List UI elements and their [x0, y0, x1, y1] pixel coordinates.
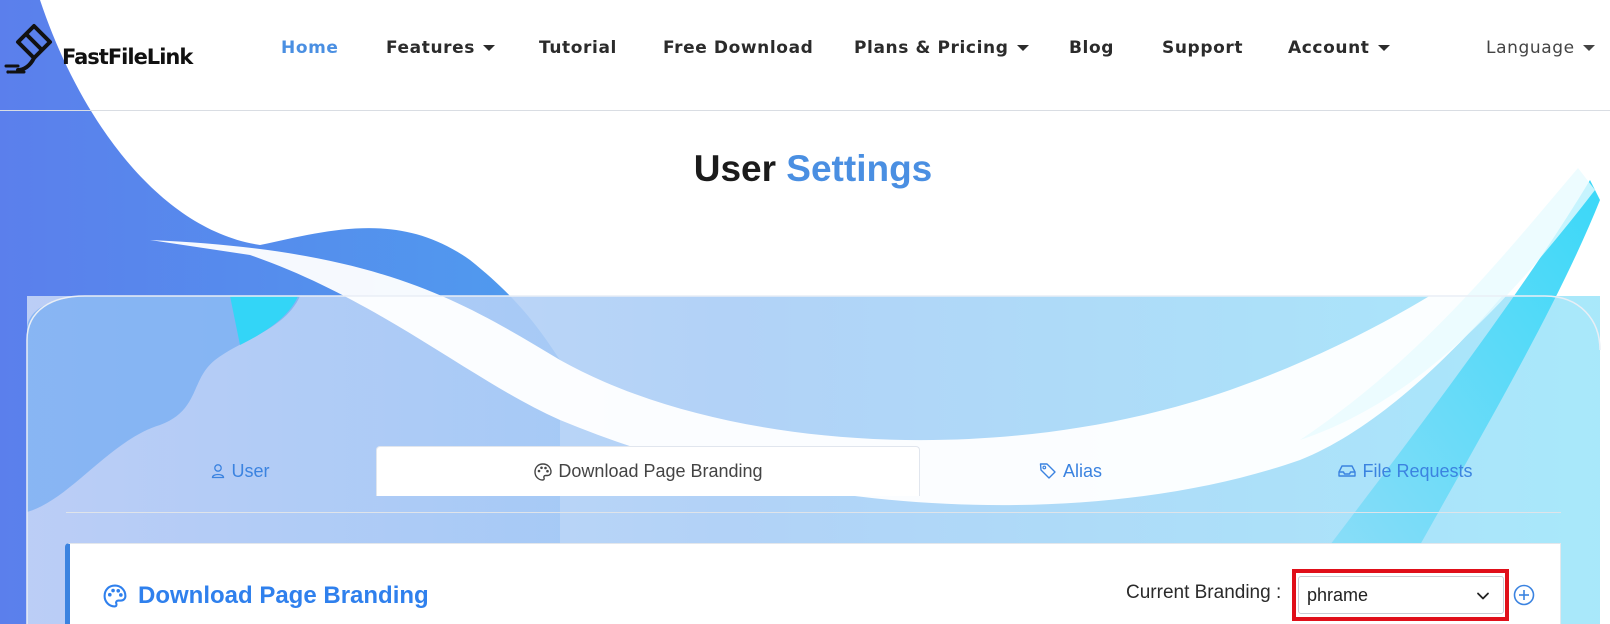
nav-plans-pricing-label: Plans & Pricing: [854, 38, 1009, 58]
nav-support-label: Support: [1162, 38, 1244, 58]
language-selector[interactable]: Language: [1486, 38, 1595, 58]
brand-logo[interactable]: FastFileLink: [4, 20, 193, 80]
page-title-main: User: [693, 148, 777, 189]
plus-circle-icon[interactable]: [1513, 584, 1535, 606]
caret-down-icon: [1582, 45, 1595, 51]
page-title-accent: Settings: [786, 148, 933, 189]
tab-alias[interactable]: Alias: [980, 446, 1160, 496]
nav-free-download[interactable]: Free Download: [663, 38, 813, 58]
nav-plans-pricing[interactable]: Plans & Pricing: [854, 38, 1029, 58]
settings-tabs: User Download Page Branding Alias File R…: [60, 446, 1560, 496]
nav-blog-label: Blog: [1069, 38, 1115, 58]
site-header: FastFileLink Home Features Tutorial Free…: [0, 0, 1610, 111]
caret-down-icon: [483, 45, 495, 51]
tab-alias-label: Alias: [1062, 460, 1102, 481]
language-label: Language: [1486, 38, 1575, 58]
tabs-divider: [66, 512, 1561, 513]
nav-free-download-label: Free Download: [663, 38, 814, 58]
file-upload-icon: [4, 24, 52, 74]
current-branding-select[interactable]: phrame: [1298, 576, 1504, 614]
caret-down-icon: [1016, 45, 1029, 51]
tab-user-label: User: [231, 460, 270, 481]
chevron-down-icon: [1477, 592, 1489, 600]
nav-tutorial-label: Tutorial: [539, 38, 617, 58]
nav-features[interactable]: Features: [386, 38, 495, 58]
nav-account-label: Account: [1288, 38, 1370, 58]
brand-name: FastFileLink: [62, 45, 193, 69]
tag-icon: [1039, 463, 1056, 479]
palette-icon: [534, 462, 553, 481]
page-title: User Settings: [0, 148, 1610, 190]
current-branding-label: Current Branding :: [1126, 582, 1282, 603]
tab-file-requests[interactable]: File Requests: [1280, 446, 1530, 496]
nav-account[interactable]: Account: [1288, 38, 1390, 58]
tab-download-page-branding[interactable]: Download Page Branding: [376, 446, 920, 496]
palette-icon: [103, 584, 127, 608]
section-title-text: Download Page Branding: [138, 582, 429, 609]
tab-user[interactable]: User: [160, 446, 320, 496]
section-title: Download Page Branding: [102, 582, 429, 610]
caret-down-icon: [1377, 45, 1390, 51]
current-branding-value: phrame: [1307, 584, 1369, 605]
user-icon: [212, 464, 225, 479]
nav-home[interactable]: Home: [281, 38, 339, 58]
tab-file-requests-label: File Requests: [1362, 460, 1473, 481]
nav-support[interactable]: Support: [1162, 38, 1243, 58]
nav-blog[interactable]: Blog: [1069, 38, 1114, 58]
tab-download-page-branding-label: Download Page Branding: [558, 461, 763, 481]
nav-features-label: Features: [386, 38, 475, 58]
nav-home-label: Home: [281, 38, 339, 58]
inbox-icon: [1338, 465, 1357, 477]
nav-tutorial[interactable]: Tutorial: [539, 38, 617, 58]
branding-card: Download Page Branding Current Branding …: [65, 543, 1561, 624]
